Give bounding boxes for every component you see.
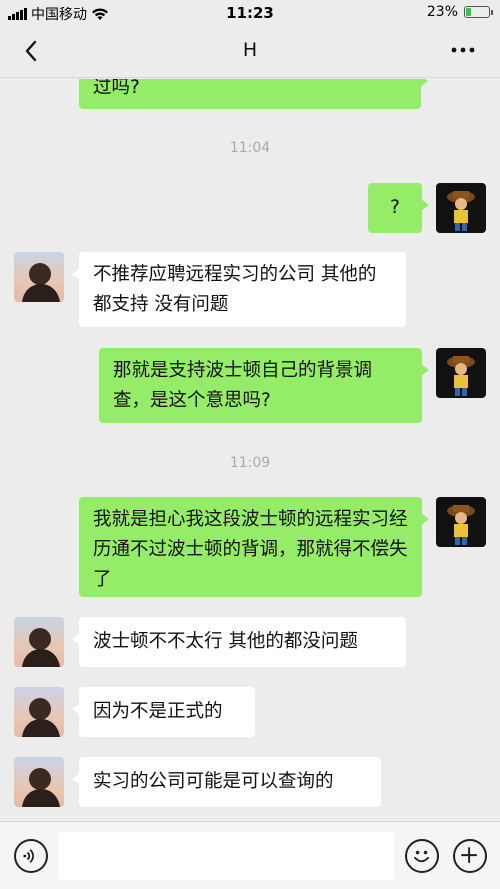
message-text: 因为不是正式的 (93, 701, 223, 722)
battery-icon (464, 6, 493, 18)
message-text: 那就是支持波士顿自己的背景调查，是这个意思吗? (113, 360, 373, 411)
message-text: 过吗? (93, 79, 140, 98)
status-time: 11:23 (226, 4, 274, 22)
avatar-image (22, 698, 60, 737)
message-bubble-other[interactable]: 不推荐应聘远程实习的公司 其他的都支持 没有问题 (72, 252, 406, 327)
status-right: 23% (426, 4, 493, 20)
contact-avatar[interactable] (14, 252, 64, 302)
contact-avatar[interactable] (14, 687, 64, 737)
message-bubble-self[interactable]: 我就是担心我这段波士顿的远程实习经历通不过波士顿的背调，那就得不偿失了 (79, 497, 429, 597)
message-bubble-other[interactable]: 因为不是正式的 (72, 687, 255, 737)
message-text: ? (390, 197, 400, 218)
avatar-image (22, 263, 60, 302)
avatar-image (447, 191, 475, 231)
avatar-image (447, 505, 475, 545)
self-avatar[interactable] (436, 348, 486, 398)
battery-percent: 23% (426, 4, 458, 20)
message-text: 我就是担心我这段波士顿的远程实习经历通不过波士顿的背调，那就得不偿失了 (93, 509, 408, 590)
self-avatar[interactable] (436, 183, 486, 233)
message-bubble-self[interactable]: ? (368, 183, 429, 233)
timestamp: 11:04 (229, 140, 271, 156)
message-list[interactable]: 过吗? 11:04 ? 不推荐应聘远程实习的公司 其他的都支持 没有问题 那就是… (0, 79, 500, 821)
message-bubble-other[interactable]: 实习的公司可能是可以查询的 (72, 757, 381, 807)
plus-icon[interactable] (453, 839, 487, 873)
voice-icon[interactable] (14, 839, 48, 873)
self-avatar[interactable] (436, 497, 486, 547)
avatar-image (22, 768, 60, 807)
message-bubble-other[interactable]: 波士顿不不太行 其他的都没问题 (72, 617, 406, 667)
message-text: 不推荐应聘远程实习的公司 其他的都支持 没有问题 (93, 264, 377, 315)
message-bubble-self[interactable]: 那就是支持波士顿自己的背景调查，是这个意思吗? (99, 348, 429, 423)
message-input[interactable] (58, 832, 394, 880)
avatar-image (22, 628, 60, 667)
input-bar (0, 821, 500, 889)
chat-title: H (242, 39, 258, 61)
message-bubble-self[interactable]: 过吗? (79, 79, 428, 109)
timestamp: 11:09 (229, 455, 271, 471)
chat-header: H (0, 26, 500, 78)
message-text: 实习的公司可能是可以查询的 (93, 771, 334, 792)
contact-avatar[interactable] (14, 757, 64, 807)
message-text: 波士顿不不太行 其他的都没问题 (93, 631, 358, 652)
more-dots-icon[interactable] (448, 38, 478, 62)
status-bar: 中国移动 11:23 23% (0, 0, 500, 26)
emoji-icon[interactable] (405, 839, 439, 873)
contact-avatar[interactable] (14, 617, 64, 667)
avatar-image (447, 356, 475, 396)
